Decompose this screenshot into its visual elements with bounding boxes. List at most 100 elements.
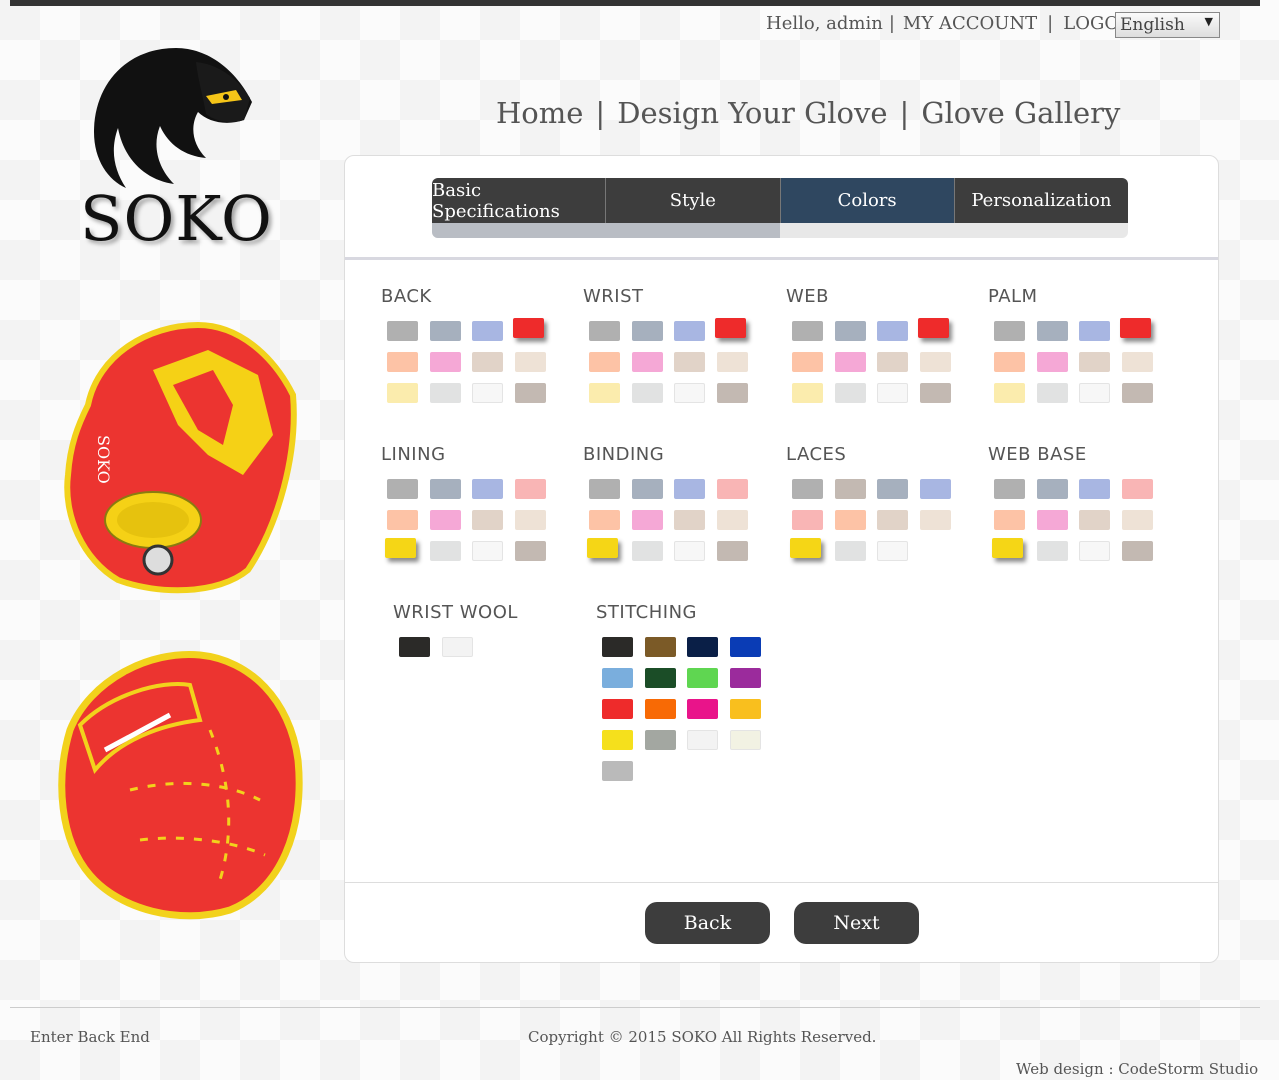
color-swatch[interactable]: [1121, 510, 1153, 530]
color-swatch[interactable]: [1079, 510, 1110, 530]
color-swatch[interactable]: [387, 383, 418, 403]
color-swatch[interactable]: [1079, 352, 1110, 372]
color-swatch[interactable]: [644, 699, 676, 719]
color-swatch[interactable]: [994, 510, 1025, 530]
color-swatch[interactable]: [631, 510, 663, 530]
color-swatch[interactable]: [994, 383, 1025, 403]
color-swatch[interactable]: [714, 318, 746, 338]
my-account-link[interactable]: MY ACCOUNT: [903, 13, 1037, 34]
color-swatch[interactable]: [631, 541, 663, 561]
color-swatch[interactable]: [514, 383, 546, 403]
color-swatch[interactable]: [674, 352, 705, 372]
color-swatch[interactable]: [1036, 352, 1068, 372]
color-swatch[interactable]: [1121, 352, 1153, 372]
color-swatch[interactable]: [687, 668, 718, 688]
color-swatch[interactable]: [472, 541, 503, 561]
color-swatch[interactable]: [589, 479, 620, 499]
color-swatch[interactable]: [429, 541, 461, 561]
color-swatch[interactable]: [674, 541, 705, 561]
color-swatch[interactable]: [729, 730, 761, 750]
color-swatch[interactable]: [472, 321, 503, 341]
color-swatch[interactable]: [687, 637, 718, 657]
color-swatch[interactable]: [790, 538, 821, 558]
color-swatch[interactable]: [602, 668, 633, 688]
nav-home[interactable]: Home: [496, 96, 583, 130]
color-swatch[interactable]: [1121, 541, 1153, 561]
color-swatch[interactable]: [1036, 541, 1068, 561]
color-swatch[interactable]: [919, 479, 951, 499]
color-swatch[interactable]: [994, 479, 1025, 499]
color-swatch[interactable]: [716, 479, 748, 499]
next-button[interactable]: Next: [794, 902, 919, 944]
color-swatch[interactable]: [514, 479, 546, 499]
color-swatch[interactable]: [674, 321, 705, 341]
color-swatch[interactable]: [917, 318, 949, 338]
color-swatch[interactable]: [387, 510, 418, 530]
color-swatch[interactable]: [472, 352, 503, 372]
color-swatch[interactable]: [877, 510, 908, 530]
color-swatch[interactable]: [877, 321, 908, 341]
color-swatch[interactable]: [834, 321, 866, 341]
tab-colors[interactable]: Colors: [780, 178, 955, 223]
color-swatch[interactable]: [674, 479, 705, 499]
color-swatch[interactable]: [441, 637, 473, 657]
color-swatch[interactable]: [631, 479, 663, 499]
color-swatch[interactable]: [674, 383, 705, 403]
color-swatch[interactable]: [919, 510, 951, 530]
color-swatch[interactable]: [792, 383, 823, 403]
tab-personalization[interactable]: Personalization: [954, 178, 1128, 223]
color-swatch[interactable]: [644, 668, 676, 688]
color-swatch[interactable]: [472, 479, 503, 499]
color-swatch[interactable]: [716, 352, 748, 372]
color-swatch[interactable]: [602, 761, 633, 781]
color-swatch[interactable]: [674, 510, 705, 530]
color-swatch[interactable]: [589, 352, 620, 372]
color-swatch[interactable]: [1079, 479, 1110, 499]
color-swatch[interactable]: [602, 730, 633, 750]
color-swatch[interactable]: [429, 321, 461, 341]
color-swatch[interactable]: [834, 479, 866, 499]
color-swatch[interactable]: [429, 479, 461, 499]
color-swatch[interactable]: [631, 321, 663, 341]
color-swatch[interactable]: [602, 637, 633, 657]
color-swatch[interactable]: [429, 352, 461, 372]
color-swatch[interactable]: [1119, 318, 1151, 338]
color-swatch[interactable]: [792, 510, 823, 530]
color-swatch[interactable]: [1079, 383, 1110, 403]
color-swatch[interactable]: [1036, 383, 1068, 403]
color-swatch[interactable]: [792, 479, 823, 499]
color-swatch[interactable]: [877, 541, 908, 561]
color-swatch[interactable]: [587, 538, 618, 558]
tab-style[interactable]: Style: [606, 178, 781, 223]
color-swatch[interactable]: [834, 510, 866, 530]
tab-basic-specifications[interactable]: Basic Specifications: [432, 178, 607, 223]
color-swatch[interactable]: [877, 352, 908, 372]
color-swatch[interactable]: [716, 541, 748, 561]
nav-glove-gallery[interactable]: Glove Gallery: [921, 96, 1120, 130]
color-swatch[interactable]: [792, 352, 823, 372]
color-swatch[interactable]: [385, 538, 416, 558]
nav-design-your-glove[interactable]: Design Your Glove: [617, 96, 887, 130]
color-swatch[interactable]: [729, 699, 761, 719]
color-swatch[interactable]: [716, 383, 748, 403]
color-swatch[interactable]: [399, 637, 430, 657]
color-swatch[interactable]: [429, 510, 461, 530]
color-swatch[interactable]: [687, 730, 718, 750]
color-swatch[interactable]: [877, 383, 908, 403]
color-swatch[interactable]: [992, 538, 1023, 558]
enter-back-end-link[interactable]: Enter Back End: [30, 1028, 150, 1046]
color-swatch[interactable]: [644, 637, 676, 657]
color-swatch[interactable]: [1036, 321, 1068, 341]
language-select[interactable]: English ▼: [1115, 12, 1220, 38]
color-swatch[interactable]: [387, 352, 418, 372]
color-swatch[interactable]: [387, 321, 418, 341]
color-swatch[interactable]: [589, 383, 620, 403]
color-swatch[interactable]: [1079, 321, 1110, 341]
color-swatch[interactable]: [1121, 479, 1153, 499]
color-swatch[interactable]: [512, 318, 544, 338]
color-swatch[interactable]: [429, 383, 461, 403]
color-swatch[interactable]: [729, 668, 761, 688]
color-swatch[interactable]: [589, 510, 620, 530]
color-swatch[interactable]: [834, 383, 866, 403]
color-swatch[interactable]: [994, 352, 1025, 372]
